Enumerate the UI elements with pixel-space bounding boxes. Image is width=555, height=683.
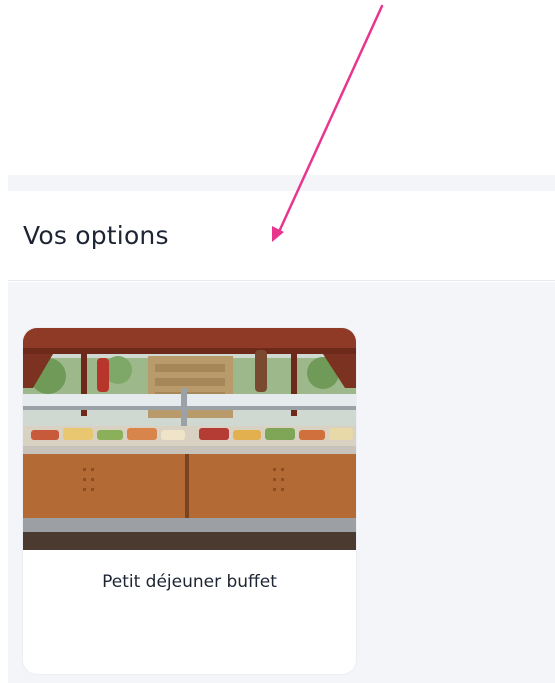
options-header: Vos options — [8, 191, 555, 281]
section-title: Vos options — [23, 221, 169, 250]
options-list: Petit déjeuner buffet — [8, 282, 555, 683]
top-blank-area — [0, 0, 555, 175]
section-separator — [8, 175, 555, 191]
buffet-photo — [23, 328, 356, 550]
option-label: Petit déjeuner buffet — [102, 572, 277, 592]
option-card-petit-dejeuner[interactable]: Petit déjeuner buffet — [23, 328, 356, 674]
